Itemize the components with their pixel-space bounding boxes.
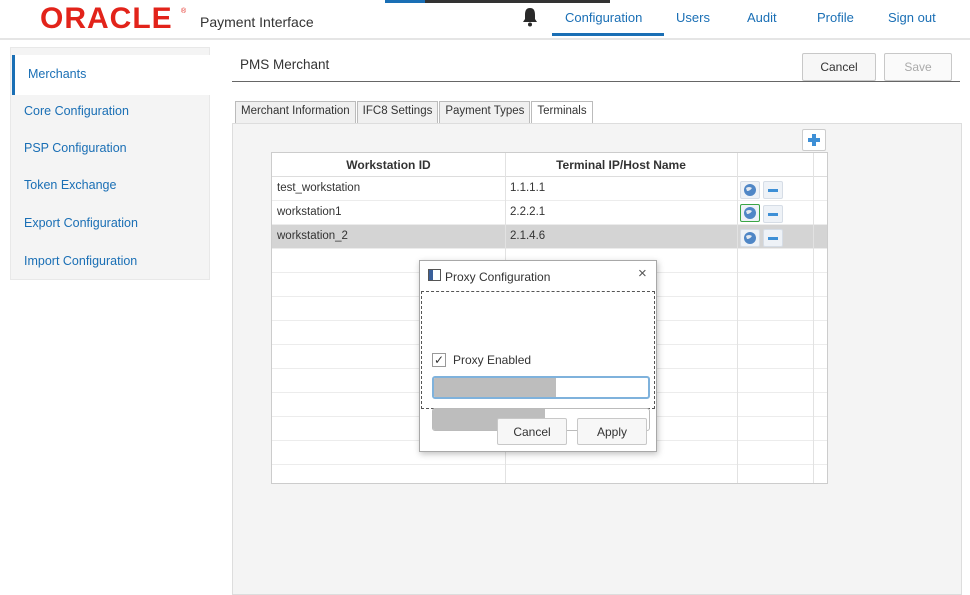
app-title: Payment Interface <box>200 14 314 30</box>
empty-row <box>272 465 827 489</box>
globe-icon <box>744 184 756 196</box>
page-title: PMS Merchant <box>240 57 330 72</box>
proxy-config-button[interactable] <box>740 204 760 222</box>
workstation-id-cell: workstation1 <box>277 206 342 218</box>
tab-bar: Merchant Information IFC8 Settings Payme… <box>235 101 594 123</box>
bell-icon[interactable] <box>522 7 538 27</box>
save-button[interactable]: Save <box>884 53 952 81</box>
remove-icon <box>768 237 778 240</box>
table-header: Workstation ID Terminal IP/Host Name <box>272 153 827 177</box>
terminal-host-cell: 2.2.2.1 <box>510 206 546 218</box>
remove-icon <box>768 213 778 216</box>
remove-terminal-button[interactable] <box>763 205 783 223</box>
proxy-enabled-label[interactable]: Proxy Enabled <box>453 353 531 367</box>
column-header-terminal-host[interactable]: Terminal IP/Host Name <box>505 158 737 172</box>
column-divider <box>813 153 814 483</box>
apply-button[interactable]: Apply <box>577 418 647 445</box>
nav-profile[interactable]: Profile <box>817 10 854 25</box>
globe-icon <box>744 207 756 219</box>
add-terminal-button[interactable] <box>802 129 826 151</box>
proxy-host-field[interactable] <box>432 376 650 399</box>
proxy-config-button[interactable] <box>740 229 760 247</box>
sidebar-item-psp-configuration[interactable]: PSP Configuration <box>24 141 127 155</box>
table-row-selected[interactable]: workstation_2 2.1.4.6 <box>272 225 827 249</box>
registered-mark: ® <box>181 8 187 15</box>
tab-payment-types[interactable]: Payment Types <box>439 101 531 123</box>
cancel-button[interactable]: Cancel <box>802 53 876 81</box>
column-divider <box>737 153 738 483</box>
tab-merchant-information[interactable]: Merchant Information <box>235 101 356 123</box>
remove-terminal-button[interactable] <box>763 229 783 247</box>
proxy-host-redacted-value <box>434 378 556 397</box>
remove-icon <box>768 189 778 192</box>
sidebar-item-merchants[interactable]: Merchants <box>28 67 86 81</box>
nav-users[interactable]: Users <box>676 10 710 25</box>
proxy-configuration-dialog: Proxy Configuration × ✓ Proxy Enabled Ca… <box>419 260 657 452</box>
terminal-host-cell: 2.1.4.6 <box>510 230 546 242</box>
top-accent-line-blue <box>385 0 425 3</box>
plus-icon <box>808 134 820 146</box>
workstation-id-cell: workstation_2 <box>277 230 348 242</box>
title-divider <box>232 81 960 82</box>
tab-terminals[interactable]: Terminals <box>531 101 593 123</box>
sidebar-item-import-configuration[interactable]: Import Configuration <box>24 254 137 268</box>
globe-icon <box>744 232 756 244</box>
sidebar-item-export-configuration[interactable]: Export Configuration <box>24 216 138 230</box>
nav-audit[interactable]: Audit <box>747 10 777 25</box>
table-row[interactable]: workstation1 2.2.2.1 <box>272 201 827 225</box>
nav-active-indicator <box>552 33 664 36</box>
sidebar-item-core-configuration[interactable]: Core Configuration <box>24 104 129 118</box>
dialog-cancel-button[interactable]: Cancel <box>497 418 567 445</box>
nav-sign-out[interactable]: Sign out <box>888 10 936 25</box>
terminal-host-cell: 1.1.1.1 <box>510 182 546 194</box>
window-icon <box>428 269 441 281</box>
dialog-title: Proxy Configuration <box>445 270 551 284</box>
app-header: ORACLE ® Payment Interface Configuration… <box>0 0 970 40</box>
close-icon[interactable]: × <box>638 265 647 282</box>
proxy-config-button[interactable] <box>740 181 760 199</box>
workstation-id-cell: test_workstation <box>277 182 361 194</box>
tab-ifc8-settings[interactable]: IFC8 Settings <box>356 101 439 123</box>
column-header-workstation-id[interactable]: Workstation ID <box>272 158 505 172</box>
dialog-body: ✓ Proxy Enabled <box>421 291 655 431</box>
sidebar-item-token-exchange[interactable]: Token Exchange <box>24 178 116 192</box>
proxy-enabled-checkbox[interactable]: ✓ <box>432 353 446 367</box>
table-row[interactable]: test_workstation 1.1.1.1 <box>272 177 827 201</box>
nav-configuration[interactable]: Configuration <box>565 10 642 25</box>
oracle-logo: ORACLE <box>40 2 173 35</box>
remove-terminal-button[interactable] <box>763 181 783 199</box>
